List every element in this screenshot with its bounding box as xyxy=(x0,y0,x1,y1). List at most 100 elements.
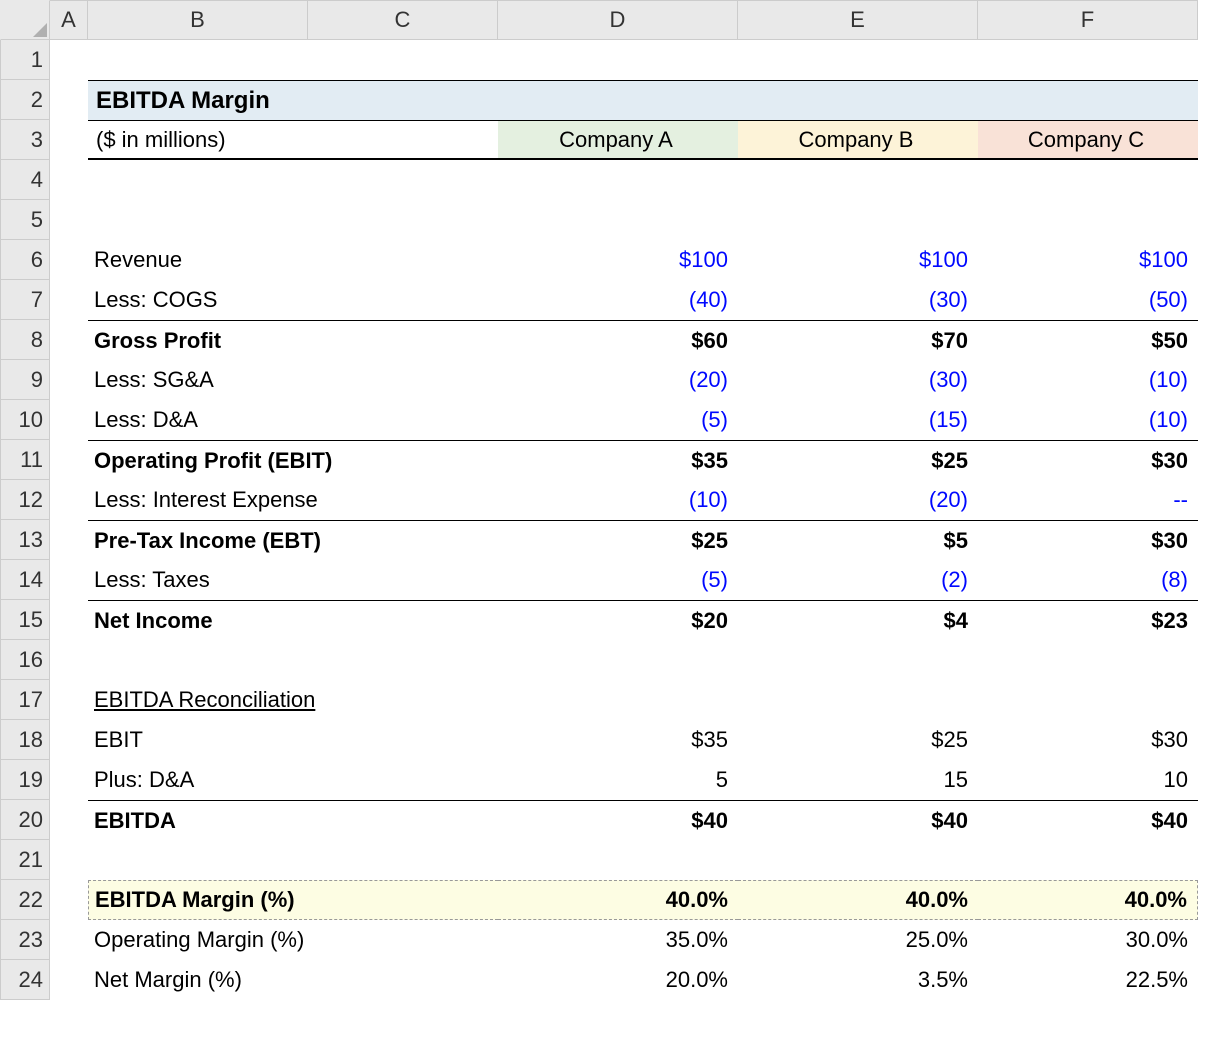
cell[interactable] xyxy=(978,840,1198,880)
value-cell[interactable]: (10) xyxy=(498,480,738,520)
value-cell[interactable]: (20) xyxy=(498,360,738,400)
col-header[interactable]: C xyxy=(308,0,498,40)
value-cell[interactable]: $25 xyxy=(738,720,978,760)
cell[interactable] xyxy=(738,160,978,200)
value-cell[interactable]: (50) xyxy=(978,280,1198,320)
row-header[interactable]: 24 xyxy=(0,960,50,1000)
value-cell[interactable]: (40) xyxy=(498,280,738,320)
value-cell[interactable]: $25 xyxy=(498,520,738,560)
label-cell[interactable]: Less: Interest Expense xyxy=(88,480,498,520)
row-header[interactable]: 15 xyxy=(0,600,50,640)
value-cell[interactable]: $30 xyxy=(978,720,1198,760)
company-header[interactable]: Company B xyxy=(738,120,978,160)
title-cell[interactable]: EBITDA Margin xyxy=(88,80,1198,120)
cell[interactable] xyxy=(50,520,88,560)
value-cell[interactable]: 3.5% xyxy=(738,960,978,1000)
value-cell[interactable]: $40 xyxy=(738,800,978,840)
row-header[interactable]: 5 xyxy=(0,200,50,240)
cell[interactable] xyxy=(308,160,498,200)
cell[interactable] xyxy=(308,640,498,680)
value-cell[interactable]: 10 xyxy=(978,760,1198,800)
cell[interactable] xyxy=(738,640,978,680)
cell[interactable] xyxy=(50,440,88,480)
cell[interactable] xyxy=(88,160,308,200)
value-cell[interactable]: $35 xyxy=(498,440,738,480)
label-cell[interactable]: Less: SG&A xyxy=(88,360,498,400)
cell[interactable] xyxy=(498,680,738,720)
col-header[interactable]: D xyxy=(498,0,738,40)
value-cell[interactable]: (30) xyxy=(738,280,978,320)
cell[interactable] xyxy=(50,280,88,320)
value-cell[interactable]: $4 xyxy=(738,600,978,640)
row-header[interactable]: 10 xyxy=(0,400,50,440)
cell[interactable] xyxy=(738,40,978,80)
value-cell[interactable]: $70 xyxy=(738,320,978,360)
row-header[interactable]: 23 xyxy=(0,920,50,960)
cell[interactable] xyxy=(978,200,1198,240)
value-cell[interactable]: 22.5% xyxy=(978,960,1198,1000)
label-cell[interactable]: Pre-Tax Income (EBT) xyxy=(88,520,498,560)
cell[interactable] xyxy=(50,560,88,600)
label-cell[interactable]: EBITDA xyxy=(88,800,498,840)
cell[interactable] xyxy=(50,240,88,280)
cell[interactable] xyxy=(978,680,1198,720)
value-cell[interactable]: (2) xyxy=(738,560,978,600)
value-cell[interactable]: 30.0% xyxy=(978,920,1198,960)
value-cell[interactable]: (5) xyxy=(498,400,738,440)
cell[interactable] xyxy=(308,200,498,240)
spreadsheet-grid[interactable]: A B C D E F 1 2 EBITDA Margin 3 ($ in mi… xyxy=(0,0,1210,1000)
company-header[interactable]: Company A xyxy=(498,120,738,160)
value-cell[interactable]: $30 xyxy=(978,520,1198,560)
cell[interactable] xyxy=(50,600,88,640)
value-cell[interactable]: -- xyxy=(978,480,1198,520)
cell[interactable] xyxy=(498,840,738,880)
value-cell[interactable]: (30) xyxy=(738,360,978,400)
value-cell[interactable]: 35.0% xyxy=(498,920,738,960)
value-cell[interactable]: $40 xyxy=(978,800,1198,840)
cell[interactable] xyxy=(50,200,88,240)
row-header[interactable]: 12 xyxy=(0,480,50,520)
section-header[interactable]: EBITDA Reconciliation xyxy=(88,680,498,720)
row-header[interactable]: 2 xyxy=(0,80,50,120)
cell[interactable] xyxy=(498,200,738,240)
value-cell[interactable]: (10) xyxy=(978,360,1198,400)
cell[interactable] xyxy=(50,960,88,1000)
cell[interactable] xyxy=(88,200,308,240)
cell[interactable] xyxy=(50,840,88,880)
value-cell[interactable]: 5 xyxy=(498,760,738,800)
label-cell[interactable]: EBITDA Margin (%) xyxy=(88,880,498,920)
value-cell[interactable]: $5 xyxy=(738,520,978,560)
cell[interactable] xyxy=(50,160,88,200)
label-cell[interactable]: Revenue xyxy=(88,240,498,280)
label-cell[interactable]: EBIT xyxy=(88,720,498,760)
row-header[interactable]: 14 xyxy=(0,560,50,600)
cell[interactable] xyxy=(50,120,88,160)
value-cell[interactable]: 20.0% xyxy=(498,960,738,1000)
cell[interactable] xyxy=(50,80,88,120)
value-cell[interactable]: (5) xyxy=(498,560,738,600)
cell[interactable] xyxy=(978,40,1198,80)
col-header[interactable]: B xyxy=(88,0,308,40)
value-cell[interactable]: 40.0% xyxy=(978,880,1198,920)
cell[interactable] xyxy=(50,680,88,720)
label-cell[interactable]: Gross Profit xyxy=(88,320,498,360)
col-header[interactable]: A xyxy=(50,0,88,40)
company-header[interactable]: Company C xyxy=(978,120,1198,160)
value-cell[interactable]: (20) xyxy=(738,480,978,520)
value-cell[interactable]: 40.0% xyxy=(498,880,738,920)
row-header[interactable]: 4 xyxy=(0,160,50,200)
cell[interactable] xyxy=(50,400,88,440)
cell[interactable] xyxy=(50,480,88,520)
col-header[interactable]: E xyxy=(738,0,978,40)
row-header[interactable]: 13 xyxy=(0,520,50,560)
cell[interactable] xyxy=(50,320,88,360)
value-cell[interactable]: $60 xyxy=(498,320,738,360)
value-cell[interactable]: 40.0% xyxy=(738,880,978,920)
cell[interactable] xyxy=(88,40,308,80)
cell[interactable] xyxy=(88,640,308,680)
value-cell[interactable]: $100 xyxy=(738,240,978,280)
cell[interactable] xyxy=(50,360,88,400)
value-cell[interactable]: (8) xyxy=(978,560,1198,600)
label-cell[interactable]: Net Margin (%) xyxy=(88,960,498,1000)
cell[interactable] xyxy=(738,680,978,720)
